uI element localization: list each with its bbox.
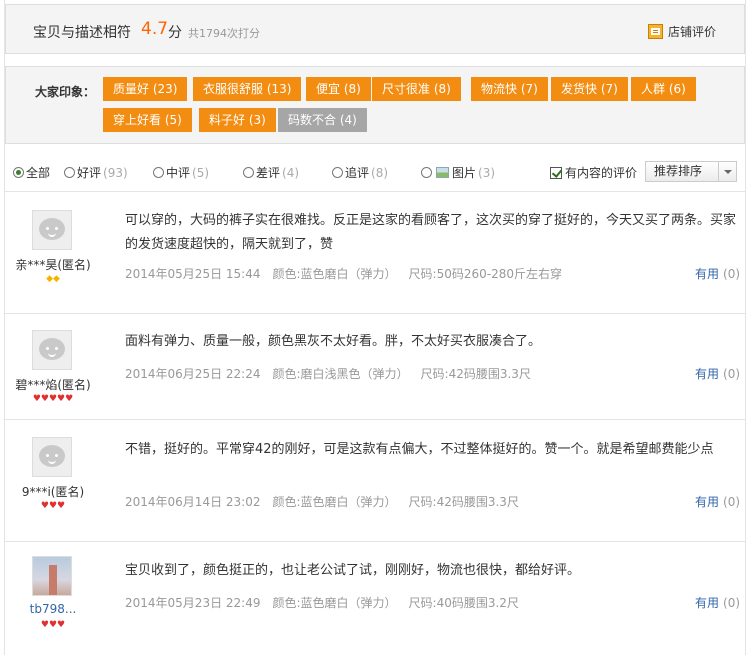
- avatar: [32, 210, 72, 250]
- default-avatar-icon: [39, 445, 65, 467]
- useful-link[interactable]: 有用: [695, 367, 719, 381]
- useful-count: (0): [723, 267, 741, 281]
- useful-link[interactable]: 有用: [695, 596, 719, 610]
- filter-good[interactable]: 好评 (93): [64, 164, 128, 181]
- impressions-title: 大家印象：: [35, 85, 96, 99]
- review-item: 9***i(匿名) ♥♥♥ 不错，挺好的。平常穿42的刚好，可是这款有点偏大，不…: [5, 420, 745, 542]
- useful-link[interactable]: 有用: [695, 495, 719, 509]
- impression-tag[interactable]: 衣服很舒服 (13): [193, 77, 302, 101]
- review-date: 2014年06月14日 23:02: [125, 495, 261, 509]
- useful-count: (0): [723, 367, 741, 381]
- summary-label: 宝贝与描述相符: [33, 25, 131, 41]
- summary-count: 共1794次打分: [188, 27, 260, 40]
- useful-control: 有用 (0): [695, 594, 740, 611]
- summary-unit: 分: [168, 25, 182, 41]
- review-color: 颜色:蓝色磨白（弹力）: [272, 495, 397, 509]
- filter-neutral[interactable]: 中评 (5): [153, 164, 209, 181]
- impressions-box: 大家印象： 质量好 (23) 衣服很舒服 (13) 便宜 (8) 尺寸很准 (8…: [5, 66, 745, 144]
- review-text: 宝贝收到了，颜色挺正的，也让老公试了试，刚刚好，物流也很快，都给好评。: [125, 563, 581, 578]
- radio-button[interactable]: [243, 167, 254, 178]
- useful-control: 有用 (0): [695, 365, 740, 382]
- reviewer-level-icon: ♥♥♥♥♥: [32, 394, 74, 404]
- useful-control: 有用 (0): [695, 493, 740, 510]
- review-text: 面料有弹力、质量一般，颜色黑灰不太好看。胖，不太好买衣服凑合了。: [125, 334, 542, 349]
- reviewer-level-icon: ◆◆: [46, 274, 60, 284]
- impression-tag[interactable]: 尺寸很准 (8): [372, 77, 461, 101]
- impression-tag[interactable]: 穿上好看 (5): [103, 108, 192, 132]
- useful-link[interactable]: 有用: [695, 267, 719, 281]
- reviewer-name: 9***i(匿名): [21, 485, 85, 499]
- radio-button[interactable]: [332, 167, 343, 178]
- impression-tag[interactable]: 便宜 (8): [306, 77, 371, 101]
- radio-button[interactable]: [13, 167, 24, 178]
- review-size: 尺码:42码腰围3.3尺: [408, 495, 519, 509]
- review-item: 碧***焰(匿名) ♥♥♥♥♥ 面料有弹力、质量一般，颜色黑灰不太好看。胖，不太…: [5, 314, 745, 420]
- review-meta: 2014年06月25日 22:24 颜色:磨白浅黑色（弹力） 尺码:42码腰围3.3…: [125, 365, 543, 382]
- filter-all[interactable]: 全部: [13, 164, 50, 181]
- rate-panel: 宝贝与描述相符 4.7 分 共1794次打分 店铺评价 大家印象： 质量好 (2…: [4, 0, 746, 655]
- impression-tag[interactable]: 质量好 (23): [103, 77, 188, 101]
- picture-icon: [436, 167, 449, 178]
- checkbox[interactable]: [550, 166, 562, 179]
- review-size: 尺码:40码腰围3.2尺: [408, 596, 519, 610]
- review-text: 可以穿的，大码的裤子实在很难找。反正是这家的看顾客了，这次买的穿了挺好的，今天又…: [125, 213, 737, 252]
- review-color: 颜色:蓝色磨白（弹力）: [272, 267, 397, 281]
- review-meta: 2014年06月14日 23:02 颜色:蓝色磨白（弹力） 尺码:42码腰围3.3尺: [125, 493, 531, 510]
- useful-count: (0): [723, 495, 741, 509]
- impression-tag[interactable]: 物流快 (7): [471, 77, 548, 101]
- reviewer-name: 碧***焰(匿名): [15, 378, 91, 392]
- default-avatar-icon: [39, 338, 65, 360]
- reviewer-name[interactable]: tb798...: [5, 602, 101, 616]
- impression-tag[interactable]: 料子好 (3): [199, 108, 276, 132]
- review-meta: 2014年05月25日 15:44 颜色:蓝色磨白（弹力） 尺码:50码260-28…: [125, 265, 574, 282]
- review-size: 尺码:50码260-280斤左右穿: [408, 267, 562, 281]
- avatar: [32, 330, 72, 370]
- sort-select[interactable]: 推荐排序: [645, 161, 737, 182]
- filter-bad[interactable]: 差评 (4): [243, 164, 299, 181]
- review-item: 亲***昊(匿名) ◆◆ 可以穿的，大码的裤子实在很难找。反正是这家的看顾客了，…: [5, 192, 745, 314]
- review-date: 2014年06月25日 22:24: [125, 367, 261, 381]
- radio-button[interactable]: [64, 167, 75, 178]
- filter-followup[interactable]: 追评 (8): [332, 164, 388, 181]
- useful-count: (0): [723, 596, 741, 610]
- default-avatar-icon: [39, 218, 65, 240]
- review-size: 尺码:42码腰围3.3尺: [420, 367, 531, 381]
- chevron-down-icon: [718, 162, 736, 181]
- summary-score: 4.7: [141, 19, 169, 39]
- reviewer-level-icon: ♥♥♥: [40, 620, 66, 630]
- useful-control: 有用 (0): [695, 265, 740, 282]
- review-date: 2014年05月23日 22:49: [125, 596, 261, 610]
- impression-tag[interactable]: 人群 (6): [631, 77, 696, 101]
- radio-button[interactable]: [153, 167, 164, 178]
- impression-tag[interactable]: 码数不合 (4): [278, 108, 367, 132]
- review-item: tb798... ♥♥♥ 宝贝收到了，颜色挺正的，也让老公试了试，刚刚好，物流也…: [5, 542, 745, 655]
- review-color: 颜色:蓝色磨白（弹力）: [272, 596, 397, 610]
- review-filters: 全部 好评 (93) 中评 (5) 差评 (4) 追评 (8) 图片 (3) 有…: [5, 152, 745, 192]
- rating-summary: 宝贝与描述相符 4.7 分 共1794次打分 店铺评价: [5, 4, 745, 54]
- impression-tag[interactable]: 发货快 (7): [551, 77, 628, 101]
- review-meta: 2014年05月23日 22:49 颜色:蓝色磨白（弹力） 尺码:40码腰围3.2尺: [125, 594, 531, 611]
- review-color: 颜色:磨白浅黑色（弹力）: [272, 367, 409, 381]
- has-content-filter[interactable]: 有内容的评价: [550, 164, 637, 181]
- shop-rating-label: 店铺评价: [668, 25, 717, 39]
- avatar: [32, 556, 72, 596]
- reviewer-level-icon: ♥♥♥: [40, 501, 66, 511]
- shop-rating-icon: [648, 24, 663, 39]
- reviewer-name: 亲***昊(匿名): [15, 258, 91, 272]
- shop-rating-link[interactable]: 店铺评价: [648, 23, 716, 40]
- review-date: 2014年05月25日 15:44: [125, 267, 261, 281]
- review-text: 不错，挺好的。平常穿42的刚好，可是这款有点偏大，不过整体挺好的。赞一个。就是希…: [125, 442, 714, 457]
- radio-button[interactable]: [421, 167, 432, 178]
- filter-pictures[interactable]: 图片 (3): [421, 164, 495, 181]
- avatar: [32, 437, 72, 477]
